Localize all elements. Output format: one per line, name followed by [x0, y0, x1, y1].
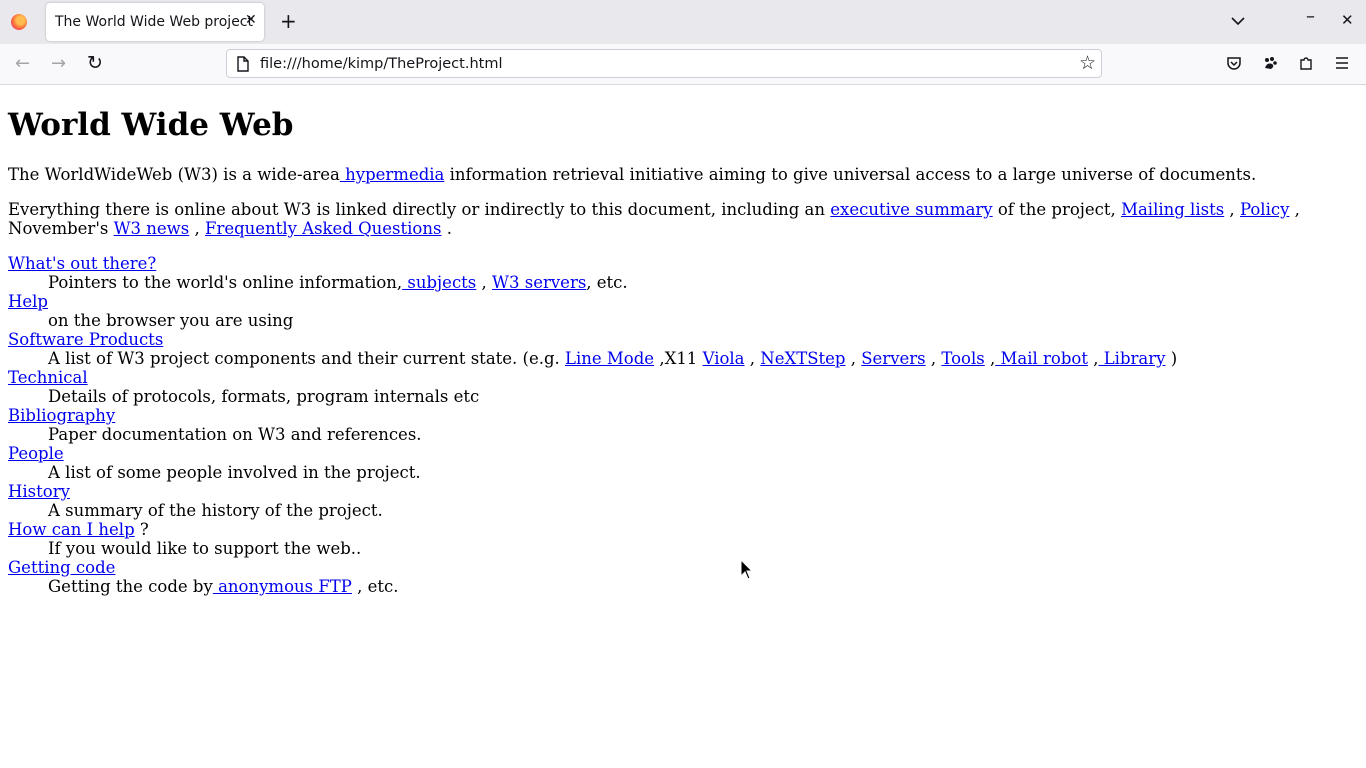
page-title: World Wide Web — [8, 107, 294, 143]
link-executive-summary[interactable]: executive summary — [830, 200, 992, 219]
link-technical[interactable]: Technical — [8, 368, 88, 387]
link-servers[interactable]: Servers — [861, 349, 925, 368]
text: , — [1087, 349, 1099, 368]
intro-paragraph: The WorldWideWeb (W3) is a wide-area hyp… — [8, 165, 1256, 184]
link-tools[interactable]: Tools — [941, 349, 984, 368]
list-item-term: Help — [8, 292, 1177, 311]
link-w3-servers[interactable]: W3 servers — [492, 273, 586, 292]
text: , etc. — [586, 273, 628, 292]
text: , — [189, 219, 206, 238]
link-getting-code[interactable]: Getting code — [8, 558, 115, 577]
list-item-desc: A list of some people involved in the pr… — [48, 463, 421, 482]
text: Pointers to the world's online informati… — [48, 273, 403, 292]
link-bibliography[interactable]: Bibliography — [8, 406, 115, 425]
text: , — [476, 273, 493, 292]
list-item-desc: Getting the code by anonymous FTP , etc. — [48, 577, 1177, 596]
text: , etc. — [351, 577, 399, 596]
list-item-desc: If you would like to support the web.. — [48, 539, 362, 558]
back-arrow-icon[interactable]: ← — [15, 55, 30, 73]
list-item-term: Software Products — [8, 330, 1177, 349]
url-text[interactable]: file:///home/kimp/TheProject.html — [260, 56, 502, 72]
link-mailing-lists[interactable]: Mailing lists — [1121, 200, 1224, 219]
list-item-term: Technical — [8, 368, 1177, 387]
list-item-term: Bibliography — [8, 406, 1177, 425]
tab-bar: The World Wide Web project ✕ + – ✕ — [0, 0, 1366, 44]
window-minimize-icon[interactable]: – — [1306, 6, 1315, 27]
link-whats-out-there[interactable]: What's out there? — [8, 254, 156, 273]
text: . — [441, 219, 452, 238]
list-item-desc: on the browser you are using — [48, 311, 294, 330]
extensions-puzzle-icon[interactable] — [1298, 55, 1314, 75]
text: , — [984, 349, 996, 368]
link-history[interactable]: History — [8, 482, 70, 501]
list-all-tabs-chevron-down-icon[interactable] — [1230, 12, 1246, 31]
link-library[interactable]: Library — [1098, 349, 1166, 368]
new-tab-icon[interactable]: + — [280, 10, 297, 32]
link-line-mode[interactable]: Line Mode — [565, 349, 654, 368]
tab-title: The World Wide Web project — [55, 14, 253, 30]
list-item-desc: Details of protocols, formats, program i… — [48, 387, 480, 406]
tab-active[interactable]: The World Wide Web project ✕ — [46, 3, 264, 41]
list-item-term: People — [8, 444, 1177, 463]
text: of the project, — [992, 200, 1122, 219]
text: Getting the code by — [48, 577, 213, 596]
topic-list: What's out there? Pointers to the world'… — [8, 254, 1177, 596]
link-how-can-i-help[interactable]: How can I help — [8, 520, 135, 539]
list-item-desc: A summary of the history of the project. — [48, 501, 383, 520]
list-item-term: What's out there? — [8, 254, 1177, 273]
page-file-icon — [236, 56, 250, 76]
link-subjects[interactable]: subjects — [402, 273, 476, 292]
window-close-icon[interactable]: ✕ — [1341, 11, 1354, 29]
link-nextstep[interactable]: NeXTStep — [760, 349, 845, 368]
list-item-desc: A list of W3 project components and thei… — [48, 349, 1177, 368]
list-item-term: How can I help ? — [8, 520, 1177, 539]
text: Everything there is online about W3 is l… — [8, 200, 831, 219]
link-policy[interactable]: Policy — [1240, 200, 1289, 219]
link-mail-robot[interactable]: Mail robot — [995, 349, 1088, 368]
text: ) — [1165, 349, 1178, 368]
reload-icon[interactable]: ↻ — [87, 54, 103, 73]
text: ? — [134, 520, 149, 539]
text: ,X11 — [654, 349, 703, 368]
text: , — [1224, 200, 1240, 219]
menu-hamburger-icon[interactable] — [1334, 55, 1350, 75]
link-w3-news[interactable]: W3 news — [114, 219, 190, 238]
firefox-logo-icon — [11, 14, 27, 30]
link-software-products[interactable]: Software Products — [8, 330, 163, 349]
tab-close-icon[interactable]: ✕ — [245, 12, 257, 28]
mouse-pointer-icon — [740, 558, 754, 585]
forward-arrow-icon[interactable]: → — [51, 55, 66, 73]
text: A list of W3 project components and thei… — [48, 349, 566, 368]
navigation-toolbar: ← → ↻ file:///home/kimp/TheProject.html … — [0, 44, 1366, 85]
url-bar[interactable]: file:///home/kimp/TheProject.html ☆ — [226, 49, 1102, 78]
list-item-desc: Paper documentation on W3 and references… — [48, 425, 422, 444]
text: , — [744, 349, 761, 368]
list-item-term: Getting code — [8, 558, 1177, 577]
text: , — [845, 349, 862, 368]
bookmark-star-icon[interactable]: ☆ — [1079, 52, 1096, 74]
link-hypermedia[interactable]: hypermedia — [340, 165, 444, 184]
extension-paw-icon[interactable] — [1262, 55, 1278, 75]
text: , — [925, 349, 942, 368]
intro-text-after: information retrieval initiative aiming … — [444, 165, 1257, 184]
link-anonymous-ftp[interactable]: anonymous FTP — [213, 577, 352, 596]
link-faq[interactable]: Frequently Asked Questions — [205, 219, 441, 238]
link-people[interactable]: People — [8, 444, 64, 463]
list-item-term: History — [8, 482, 1177, 501]
link-viola[interactable]: Viola — [703, 349, 745, 368]
pocket-icon[interactable] — [1226, 55, 1242, 75]
list-item-desc: Pointers to the world's online informati… — [48, 273, 1177, 292]
link-help[interactable]: Help — [8, 292, 48, 311]
intro-text: The WorldWideWeb (W3) is a wide-area — [8, 165, 340, 184]
summary-paragraph: Everything there is online about W3 is l… — [8, 200, 1308, 238]
